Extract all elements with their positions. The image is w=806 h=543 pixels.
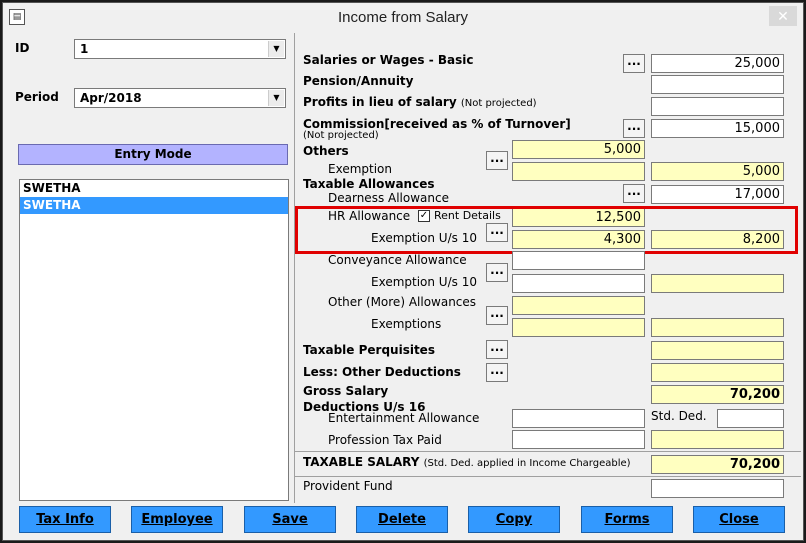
period-combo[interactable]: Apr/2018 ▼ [74, 88, 286, 108]
profits-field[interactable] [651, 97, 784, 116]
other-allowances-field[interactable] [512, 296, 645, 315]
section-divider-2 [295, 476, 801, 477]
close-button[interactable]: Close [693, 506, 785, 533]
salaries-label: Salaries or Wages - Basic [303, 53, 474, 67]
conveyance-exemption-field-1[interactable] [512, 274, 645, 293]
perquisites-label: Taxable Perquisites [303, 343, 435, 357]
delete-button[interactable]: Delete [356, 506, 448, 533]
profession-tax-field-2[interactable] [651, 430, 784, 449]
profession-tax-label: Profession Tax Paid [328, 433, 442, 447]
save-button[interactable]: Save [244, 506, 336, 533]
exemption-field[interactable]: 5,000 [651, 162, 784, 181]
other-allowances-details-button[interactable]: ... [486, 306, 508, 325]
entry-mode-button[interactable]: Entry Mode [18, 144, 288, 165]
dearness-label: Dearness Allowance [328, 191, 449, 205]
taxable-salary-label: TAXABLE SALARY (Std. Ded. applied in Inc… [303, 455, 631, 469]
std-ded-label: Std. Ded. [651, 409, 707, 423]
gross-salary-label: Gross Salary [303, 384, 389, 398]
commission-label: Commission[received as % of Turnover] [303, 117, 571, 131]
salaries-details-button[interactable]: ... [623, 54, 645, 73]
perquisites-field[interactable] [651, 341, 784, 360]
list-item-selected[interactable]: SWETHA [20, 197, 288, 214]
taxable-salary-field[interactable]: 70,200 [651, 455, 784, 474]
others-label: Others [303, 144, 349, 158]
tax-info-button[interactable]: Tax Info [19, 506, 111, 533]
conveyance-exemption-field-2[interactable] [651, 274, 784, 293]
less-deductions-label: Less: Other Deductions [303, 365, 461, 379]
window-title: Income from Salary [337, 9, 469, 26]
forms-button[interactable]: Forms [581, 506, 673, 533]
taxable-salary-label-text: TAXABLE SALARY [303, 455, 420, 469]
others-details-button[interactable]: ... [486, 151, 508, 170]
provident-fund-label: Provident Fund [303, 479, 393, 493]
chevron-down-icon[interactable]: ▼ [268, 90, 284, 106]
other-exemptions-field-1[interactable] [512, 318, 645, 337]
id-value: 1 [80, 42, 89, 56]
conveyance-field[interactable] [512, 251, 645, 270]
profits-label-text: Profits in lieu of salary [303, 95, 457, 109]
income-from-salary-window: ▤ Income from Salary ✕ ID 1 ▼ Period Apr… [2, 2, 804, 541]
commission-note: (Not projected) [303, 130, 379, 141]
other-exemptions-field-2[interactable] [651, 318, 784, 337]
title-bar: ▤ Income from Salary ✕ [3, 3, 803, 33]
other-allowances-label: Other (More) Allowances [328, 295, 477, 309]
section-divider [295, 451, 801, 452]
profits-note: (Not projected) [460, 98, 537, 109]
dearness-field[interactable]: 17,000 [651, 185, 784, 204]
commission-details-button[interactable]: ... [623, 119, 645, 138]
copy-button[interactable]: Copy [468, 506, 560, 533]
chevron-down-icon[interactable]: ▼ [268, 41, 284, 57]
taxable-salary-note: (Std. Ded. applied in Income Chargeable) [423, 458, 631, 469]
perquisites-details-button[interactable]: ... [486, 340, 508, 359]
conveyance-exemption-label: Exemption U/s 10 [371, 275, 477, 289]
profession-tax-field-1[interactable] [512, 430, 645, 449]
employee-button[interactable]: Employee [131, 506, 223, 533]
period-value: Apr/2018 [80, 91, 142, 105]
std-ded-field[interactable] [717, 409, 784, 428]
period-label: Period [15, 90, 59, 104]
less-deductions-details-button[interactable]: ... [486, 363, 508, 382]
pension-field[interactable] [651, 75, 784, 94]
profits-label: Profits in lieu of salary (Not projected… [303, 95, 537, 109]
employee-list[interactable]: SWETHA SWETHA [19, 179, 289, 501]
highlight-box [295, 206, 798, 254]
list-item[interactable]: SWETHA [20, 180, 288, 197]
exemption-label: Exemption [328, 162, 392, 176]
entertainment-field[interactable] [512, 409, 645, 428]
exemption-field-left[interactable] [512, 162, 645, 181]
other-exemptions-label: Exemptions [371, 317, 442, 331]
less-deductions-field[interactable] [651, 363, 784, 382]
conveyance-details-button[interactable]: ... [486, 263, 508, 282]
taxable-allowances-label: Taxable Allowances [303, 177, 435, 191]
gross-salary-field[interactable]: 70,200 [651, 385, 784, 404]
id-label: ID [15, 41, 30, 55]
commission-field[interactable]: 15,000 [651, 119, 784, 138]
id-combo[interactable]: 1 ▼ [74, 39, 286, 59]
conveyance-label: Conveyance Allowance [328, 253, 467, 267]
panel-divider [294, 33, 295, 503]
pension-label: Pension/Annuity [303, 74, 414, 88]
dearness-details-button[interactable]: ... [623, 184, 645, 203]
entertainment-label: Entertainment Allowance [328, 411, 480, 425]
provident-fund-field[interactable] [651, 479, 784, 498]
others-field[interactable]: 5,000 [512, 140, 645, 159]
close-window-icon[interactable]: ✕ [769, 6, 797, 26]
salaries-field[interactable]: 25,000 [651, 54, 784, 73]
